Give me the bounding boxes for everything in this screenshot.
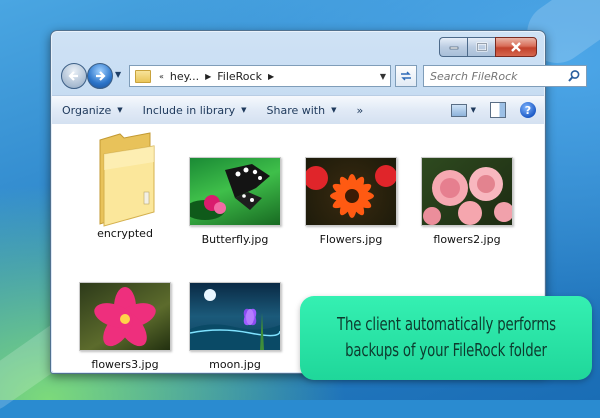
address-bar[interactable]: « hey... ▶ FileRock ▶ ▼ (129, 65, 391, 87)
image-thumbnail (189, 157, 281, 226)
file-item-flowers2[interactable]: flowers2.jpg (412, 157, 522, 246)
file-name: Flowers.jpg (319, 233, 383, 246)
search-input[interactable] (424, 68, 567, 84)
file-name: encrypted (97, 227, 153, 240)
include-in-library-menu[interactable]: Include in library ▼ (133, 96, 257, 124)
address-overflow-chevron[interactable]: « (157, 72, 166, 81)
forward-button[interactable] (87, 63, 113, 89)
image-thumbnail (421, 157, 513, 226)
breadcrumb-separator-icon[interactable]: ▶ (203, 72, 213, 81)
file-item-moon[interactable]: moon.jpg (180, 282, 290, 371)
minimize-icon (449, 46, 458, 50)
recent-pages-dropdown[interactable]: ▼ (115, 70, 121, 79)
address-segment-current[interactable]: FileRock (213, 70, 266, 83)
folder-icon (90, 132, 160, 227)
callout-line-1: The client automatically performs (336, 314, 556, 335)
chevron-down-icon: ▼ (241, 106, 247, 114)
image-thumbnail (305, 157, 397, 226)
file-item-butterfly[interactable]: Butterfly.jpg (180, 157, 290, 246)
address-segment-parent[interactable]: hey... (166, 70, 203, 83)
preview-pane-icon[interactable] (490, 102, 506, 118)
close-icon (511, 42, 521, 52)
folder-icon (135, 69, 151, 83)
file-item-flowers[interactable]: Flowers.jpg (296, 157, 406, 246)
file-name: flowers2.jpg (433, 233, 501, 246)
refresh-icon (401, 71, 411, 81)
share-with-label: Share with (266, 103, 326, 117)
file-name: moon.jpg (209, 358, 261, 371)
caption-buttons (439, 37, 537, 57)
chevron-down-icon: ▼ (331, 106, 337, 114)
chevron-down-icon: ▼ (117, 106, 123, 114)
file-item-flowers3[interactable]: flowers3.jpg (70, 282, 180, 371)
back-arrow-icon (68, 71, 78, 81)
more-commands-button[interactable]: » (346, 96, 373, 124)
minimize-button[interactable] (439, 37, 467, 57)
callout-line-2: backups of your FileRock folder (345, 340, 547, 361)
organize-menu[interactable]: Organize ▼ (52, 96, 133, 124)
close-button[interactable] (495, 37, 537, 57)
include-in-library-label: Include in library (142, 103, 236, 117)
maximize-button[interactable] (467, 37, 495, 57)
maximize-icon (476, 42, 487, 52)
image-thumbnail (189, 282, 281, 351)
search-icon (568, 70, 580, 82)
view-dropdown-icon[interactable]: ▼ (471, 106, 476, 114)
command-bar: Organize ▼ Include in library ▼ Share with… (52, 95, 544, 125)
address-dropdown-icon[interactable]: ▼ (376, 72, 390, 81)
callout-banner: The client automatically performs backup… (300, 296, 592, 380)
back-button[interactable] (61, 63, 87, 89)
file-name: Butterfly.jpg (201, 233, 269, 246)
refresh-button[interactable] (395, 65, 417, 87)
change-view-icon[interactable] (450, 103, 467, 117)
image-thumbnail (79, 282, 171, 351)
file-name: flowers3.jpg (91, 358, 159, 371)
view-controls: ▼ ? (450, 102, 544, 118)
share-with-menu[interactable]: Share with ▼ (257, 96, 347, 124)
navigation-row: ▼ « hey... ▶ FileRock ▶ ▼ (59, 61, 587, 91)
more-commands-label: » (356, 103, 364, 117)
search-box[interactable] (423, 65, 587, 87)
organize-label: Organize (62, 103, 112, 117)
help-icon[interactable]: ? (520, 102, 536, 118)
forward-arrow-icon (96, 71, 106, 81)
file-item-encrypted[interactable]: encrypted (70, 132, 180, 240)
breadcrumb-separator-icon[interactable]: ▶ (266, 72, 276, 81)
